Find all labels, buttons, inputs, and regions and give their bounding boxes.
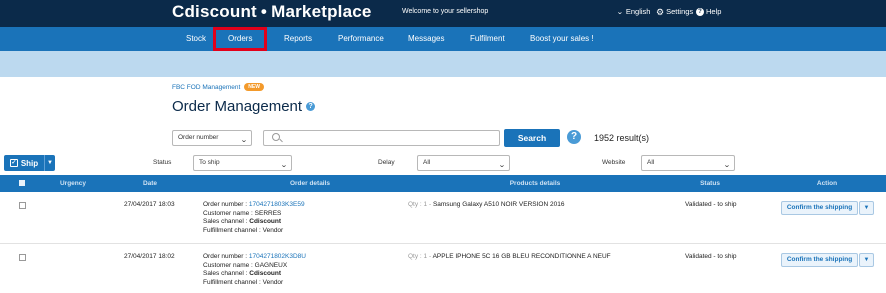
row-date: 27/04/2017 18:03 [124, 201, 175, 208]
ship-button-main[interactable]: ✓ Ship [4, 155, 44, 171]
page-title: Order Management ? [172, 98, 316, 115]
product-details: Qty : 1 - APPLE IPHONE 5C 16 GB BLEU REC… [408, 253, 611, 260]
col-action: Action [816, 180, 838, 187]
order-details: Order number : 1704271802K3D8U Customer … [203, 253, 306, 287]
select-all-checkbox[interactable] [19, 180, 25, 186]
fulfilment-channel: Fulfillment channel : Vendor [203, 278, 284, 286]
search-field-select[interactable]: Order number ⌄ [172, 130, 252, 146]
order-number-label: Order number : [203, 201, 248, 208]
nav-item-boost[interactable]: Boost your sales ! [530, 27, 594, 51]
order-number-link[interactable]: 1704271802K3D8U [249, 253, 306, 260]
search-field-value: Order number [178, 134, 219, 141]
sales-channel-value: Cdiscount [249, 270, 282, 277]
settings-label: Settings [666, 7, 694, 16]
search-icon [272, 133, 280, 141]
status-filter-select[interactable]: To ship ⌄ [193, 155, 292, 171]
sales-channel-value: Cdiscount [249, 218, 282, 225]
product-qty: Qty : 1 - [408, 201, 432, 208]
chevron-down-icon: ⌄ [723, 162, 731, 169]
product-qty: Qty : 1 - [408, 253, 432, 260]
top-header: Cdiscount • Marketplace Welcome to your se… [0, 0, 886, 27]
confirm-shipping-button[interactable]: Confirm the shipping [781, 201, 858, 215]
delay-filter-label: Delay [378, 159, 395, 166]
col-status: Status [700, 180, 720, 187]
brand-name: Cdiscount [172, 2, 257, 21]
fulfilment-channel: Fulfillment channel : Vendor [203, 226, 284, 234]
row-status: Validated - to ship [685, 253, 737, 260]
confirm-dropdown-toggle[interactable]: ▼ [859, 201, 874, 215]
customer-name: Customer name : SERRES [203, 209, 282, 217]
order-number-label: Order number : [203, 253, 248, 260]
sales-channel-label: Sales channel : [203, 270, 248, 277]
delay-filter-select[interactable]: All ⌄ [417, 155, 510, 171]
confirm-shipping-button[interactable]: Confirm the shipping [781, 253, 858, 267]
order-details: Order number : 1704271803K3E59 Customer … [203, 201, 305, 235]
chevron-down-icon: ⌄ [616, 8, 624, 16]
language-label: English [625, 7, 651, 16]
help-icon: ? [696, 7, 704, 16]
language-selector[interactable]: ⌄ English [616, 7, 651, 16]
sales-channel-line: Sales channel : Cdiscount [203, 218, 305, 227]
orders-table-header: Urgency Date Order details Products deta… [0, 175, 886, 192]
nav-item-stock[interactable]: Stock [186, 27, 206, 51]
col-date[interactable]: Date [130, 175, 170, 192]
delay-filter-value: All [423, 159, 431, 166]
brand-logo[interactable]: Cdiscount • Marketplace [172, 2, 372, 22]
product-details: Qty : 1 - Samsung Galaxy A510 NOIR VERSI… [408, 201, 564, 208]
ship-label: Ship [20, 158, 39, 168]
confirm-dropdown-toggle[interactable]: ▼ [859, 253, 874, 267]
breadcrumb-link-fbc[interactable]: FBC FOD Management [172, 84, 240, 91]
chevron-down-icon: ⌄ [498, 162, 506, 169]
brand-suffix: Marketplace [271, 2, 372, 21]
nav-item-reports[interactable]: Reports [284, 27, 312, 51]
order-number-link[interactable]: 1704271803K3E59 [249, 201, 305, 208]
results-count: 1952 result(s) [594, 133, 650, 143]
gear-icon: ⚙ [656, 6, 665, 17]
customer-name: Customer name : GAGNEUX [203, 261, 288, 269]
website-filter-select[interactable]: All ⌄ [641, 155, 735, 171]
settings-link[interactable]: ⚙ Settings [656, 7, 693, 16]
sales-channel-line: Sales channel : Cdiscount [203, 270, 306, 279]
product-name[interactable]: Samsung Galaxy A510 NOIR VERSION 2016 [433, 201, 565, 208]
row-checkbox[interactable] [19, 254, 26, 261]
nav-item-messages[interactable]: Messages [408, 27, 444, 51]
help-label: Help [706, 7, 722, 16]
welcome-text: Welcome to your sellershop [402, 8, 489, 15]
main-nav: Stock Orders Reports Performance Message… [0, 27, 886, 51]
status-filter-label: Status [153, 159, 172, 166]
sales-channel-label: Sales channel : [203, 218, 248, 225]
search-help-icon[interactable]: ? [567, 130, 581, 144]
ship-dropdown-toggle[interactable]: ▼ [44, 155, 55, 171]
page-title-text: Order Management [172, 98, 303, 115]
search-input[interactable] [263, 130, 500, 146]
col-products-details: Products details [509, 180, 561, 187]
nav-item-performance[interactable]: Performance [338, 27, 384, 51]
row-checkbox[interactable] [19, 202, 26, 209]
ship-button[interactable]: ✓ Ship ▼ [4, 155, 55, 171]
sub-nav-bar [0, 51, 886, 77]
order-number-line: Order number : 1704271803K3E59 [203, 201, 305, 210]
website-filter-value: All [647, 159, 655, 166]
row-date: 27/04/2017 18:02 [124, 253, 175, 260]
breadcrumb: FBC FOD Management NEW [172, 83, 264, 91]
help-link[interactable]: ? Help [696, 7, 721, 16]
product-name[interactable]: APPLE IPHONE 5C 16 GB BLEU RECONDITIONNE… [433, 253, 611, 260]
row-status: Validated - to ship [685, 201, 737, 208]
col-urgency[interactable]: Urgency [48, 175, 98, 192]
search-button[interactable]: Search [504, 129, 560, 147]
info-icon[interactable]: ? [306, 102, 316, 111]
website-filter-label: Website [602, 159, 626, 166]
nav-item-orders[interactable]: Orders [213, 27, 268, 51]
col-order-details: Order details [289, 180, 331, 187]
row-divider [0, 243, 886, 244]
new-badge: NEW [244, 83, 264, 91]
checkbox-icon: ✓ [9, 159, 18, 167]
status-filter-value: To ship [199, 159, 220, 166]
chevron-down-icon: ⌄ [240, 137, 248, 144]
order-number-line: Order number : 1704271802K3D8U [203, 253, 306, 262]
nav-item-fulfilment[interactable]: Fulfilment [470, 27, 505, 51]
brand-separator: • [260, 2, 268, 21]
chevron-down-icon: ⌄ [280, 162, 288, 169]
